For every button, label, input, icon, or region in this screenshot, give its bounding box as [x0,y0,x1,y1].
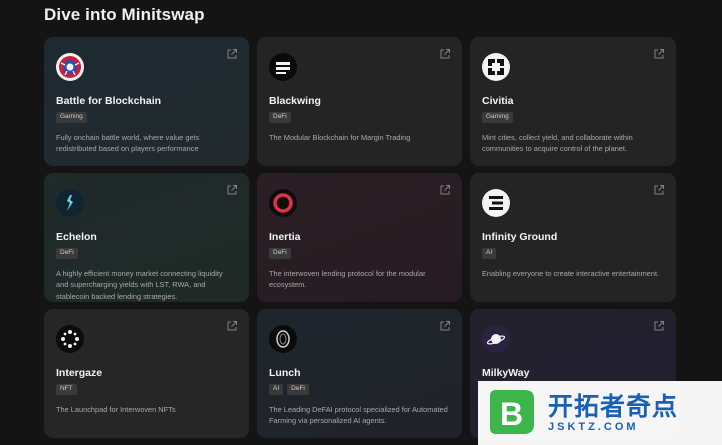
category-tag: AI [482,248,497,259]
category-tag: Gaming [482,112,513,123]
app-card-civitia[interactable]: Civitia Gaming Mint cities, collect yiel… [470,37,676,166]
external-link-icon[interactable] [439,48,451,60]
milkyway-logo-icon [482,325,510,353]
app-name: Infinity Ground [482,231,558,243]
app-description: The interwoven lending protocol for the … [269,268,426,290]
civitia-logo-icon [482,53,510,81]
app-name: Battle for Blockchain [56,95,162,107]
app-description: The Launchpad for Interwoven NFTs [56,404,176,414]
category-tag: Gaming [56,112,87,123]
external-link-icon[interactable] [226,184,238,196]
tag-list: Gaming [482,112,664,123]
echelon-logo-icon [56,189,84,217]
app-card-infinity-ground[interactable]: Infinity Ground AI Enabling everyone to … [470,173,676,302]
app-description: The Leading DeFAI protocol specialized f… [269,404,448,426]
app-description: Enabling everyone to create interactive … [482,268,660,278]
category-tag: DeFi [287,384,309,395]
app-description: A highly efficient money market connecti… [56,268,223,301]
app-grid: Battle for Blockchain Gaming Fully oncha… [44,37,676,438]
intergaze-logo-icon [56,325,84,353]
inertia-logo-icon [269,189,297,217]
category-tag: DeFi [269,112,291,123]
app-description: Mint cities, collect yield, and collabor… [482,132,633,154]
app-card-inertia[interactable]: Inertia DeFi The interwoven lending prot… [257,173,462,302]
watermark: B 开拓者奇点 JSKTZ.COM [478,381,722,445]
section-title: Dive into Minitswap [44,5,205,24]
tag-list: DeFi [269,248,450,259]
external-link-icon[interactable] [439,320,451,332]
external-link-icon[interactable] [226,320,238,332]
external-link-icon[interactable] [653,320,665,332]
tag-list: NFT [56,384,237,395]
app-description: The Modular Blockchain for Margin Tradin… [269,132,411,142]
tag-list: DeFi [56,248,237,259]
external-link-icon[interactable] [226,48,238,60]
app-card-lunch[interactable]: Lunch AI DeFi The Leading DeFAI protocol… [257,309,462,438]
app-name: Civitia [482,95,514,107]
category-tag: AI [269,384,284,395]
app-name: Blackwing [269,95,321,107]
app-name: Lunch [269,367,301,379]
watermark-text: 开拓者奇点 JSKTZ.COM [548,393,678,433]
app-card-blackwing[interactable]: Blackwing DeFi The Modular Blockchain fo… [257,37,462,166]
app-name: Inertia [269,231,301,243]
app-name: MilkyWay [482,367,530,379]
blackwing-logo-icon [269,53,297,81]
tag-list: AI [482,248,664,259]
page: { "section": { "title": "Dive into Minit… [0,0,722,445]
app-card-echelon[interactable]: Echelon DeFi A highly efficient money ma… [44,173,249,302]
battle-for-blockchain-logo-icon [56,53,84,81]
external-link-icon[interactable] [653,184,665,196]
app-name: Intergaze [56,367,103,379]
watermark-logo-icon: B [490,390,534,434]
svg-text:B: B [500,396,523,432]
app-name: Echelon [56,231,97,243]
lunch-logo-icon [269,325,297,353]
tag-list: DeFi [269,112,450,123]
tag-list: Gaming [56,112,237,123]
category-tag: DeFi [269,248,291,259]
infinity-ground-logo-icon [482,189,510,217]
external-link-icon[interactable] [439,184,451,196]
category-tag: DeFi [56,248,78,259]
external-link-icon[interactable] [653,48,665,60]
app-card-battle-for-blockchain[interactable]: Battle for Blockchain Gaming Fully oncha… [44,37,249,166]
watermark-url: JSKTZ.COM [548,421,639,433]
app-card-intergaze[interactable]: Intergaze NFT The Launchpad for Interwov… [44,309,249,438]
category-tag: NFT [56,384,77,395]
tag-list: AI DeFi [269,384,450,395]
app-description: Fully onchain battle world, where value … [56,132,200,154]
watermark-title: 开拓者奇点 [548,393,679,421]
